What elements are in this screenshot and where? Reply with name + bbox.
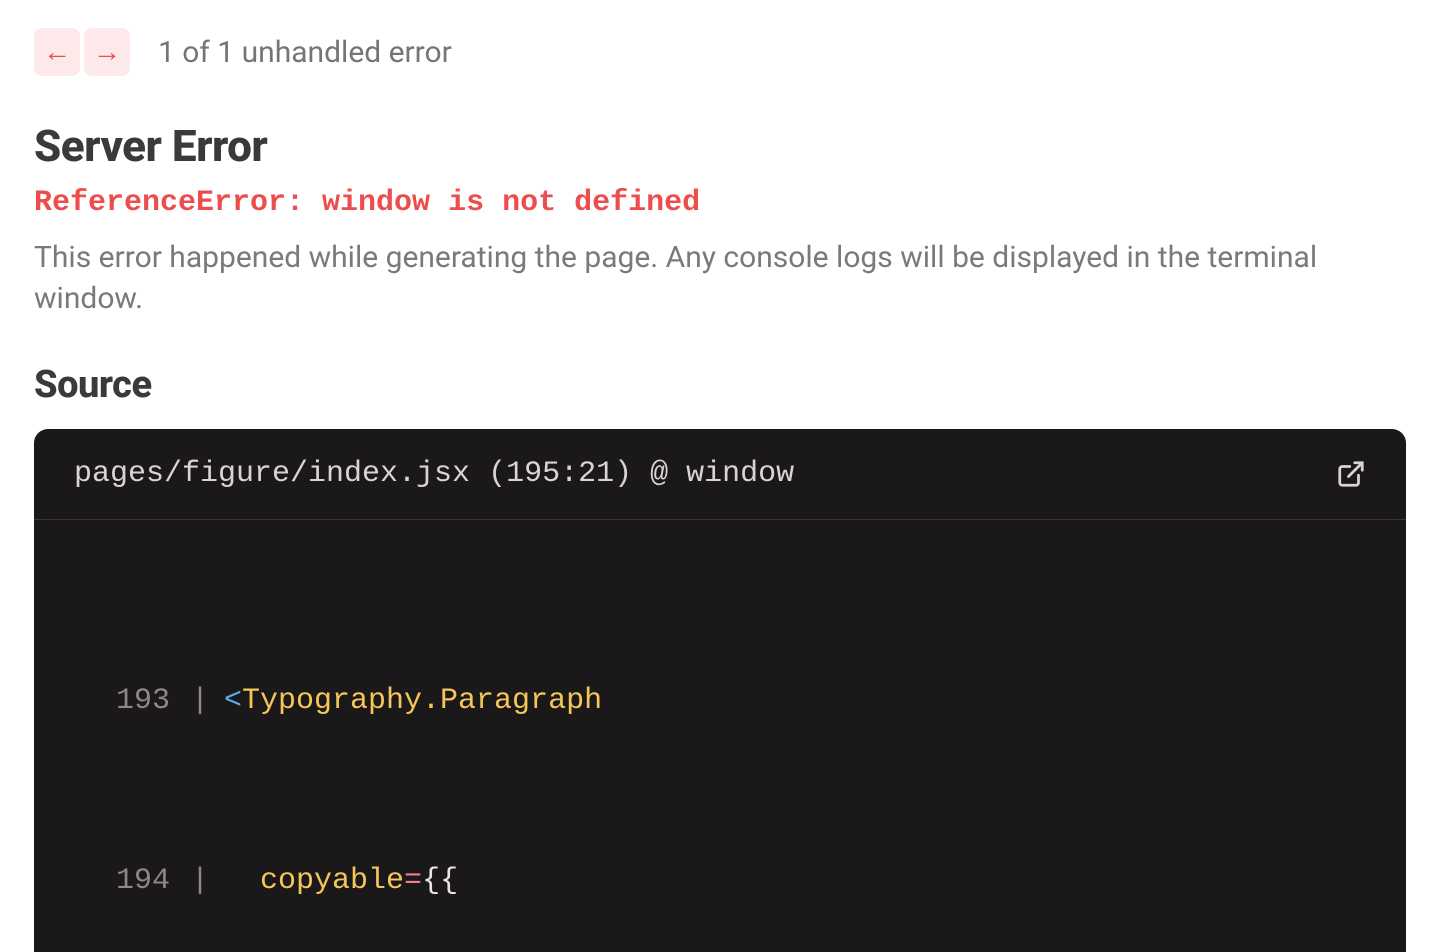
error-nav-buttons: ← → xyxy=(34,28,130,76)
source-code-body: 193 | <Typography.Paragraph 194 | copyab… xyxy=(34,520,1406,952)
error-nav-row: ← → 1 of 1 unhandled error xyxy=(34,28,1406,76)
error-heading: Server Error xyxy=(34,120,1406,172)
error-overlay: ← → 1 of 1 unhandled error Server Error … xyxy=(0,0,1440,952)
error-description: This error happened while generating the… xyxy=(34,238,1406,319)
external-link-icon xyxy=(1336,459,1366,489)
overlay-content: ← → 1 of 1 unhandled error Server Error … xyxy=(0,0,1440,952)
code-text: copyable={{ xyxy=(224,859,1378,904)
source-code-card: pages/figure/index.jsx (195:21) @ window… xyxy=(34,429,1406,952)
source-location: pages/figure/index.jsx (195:21) @ window xyxy=(74,457,794,491)
gutter-line-number: 193 xyxy=(100,679,176,724)
error-message: ReferenceError: window is not defined xyxy=(34,186,1406,220)
arrow-left-icon: ← xyxy=(43,38,71,66)
code-line: 194 | copyable={{ xyxy=(62,859,1378,904)
code-line: 193 | <Typography.Paragraph xyxy=(62,679,1378,724)
arrow-right-icon: → xyxy=(93,38,121,66)
source-code-header: pages/figure/index.jsx (195:21) @ window xyxy=(34,429,1406,520)
gutter-pipe: | xyxy=(176,859,224,904)
next-error-button[interactable]: → xyxy=(84,28,130,76)
source-heading: Source xyxy=(34,363,1406,407)
prev-error-button[interactable]: ← xyxy=(34,28,80,76)
gutter-pipe: | xyxy=(176,679,224,724)
gutter-marker xyxy=(62,679,100,724)
code-text: <Typography.Paragraph xyxy=(224,679,1378,724)
error-count-status: 1 of 1 unhandled error xyxy=(158,35,452,70)
gutter-marker xyxy=(62,859,100,904)
gutter-line-number: 194 xyxy=(100,859,176,904)
open-in-editor-button[interactable] xyxy=(1336,459,1366,489)
